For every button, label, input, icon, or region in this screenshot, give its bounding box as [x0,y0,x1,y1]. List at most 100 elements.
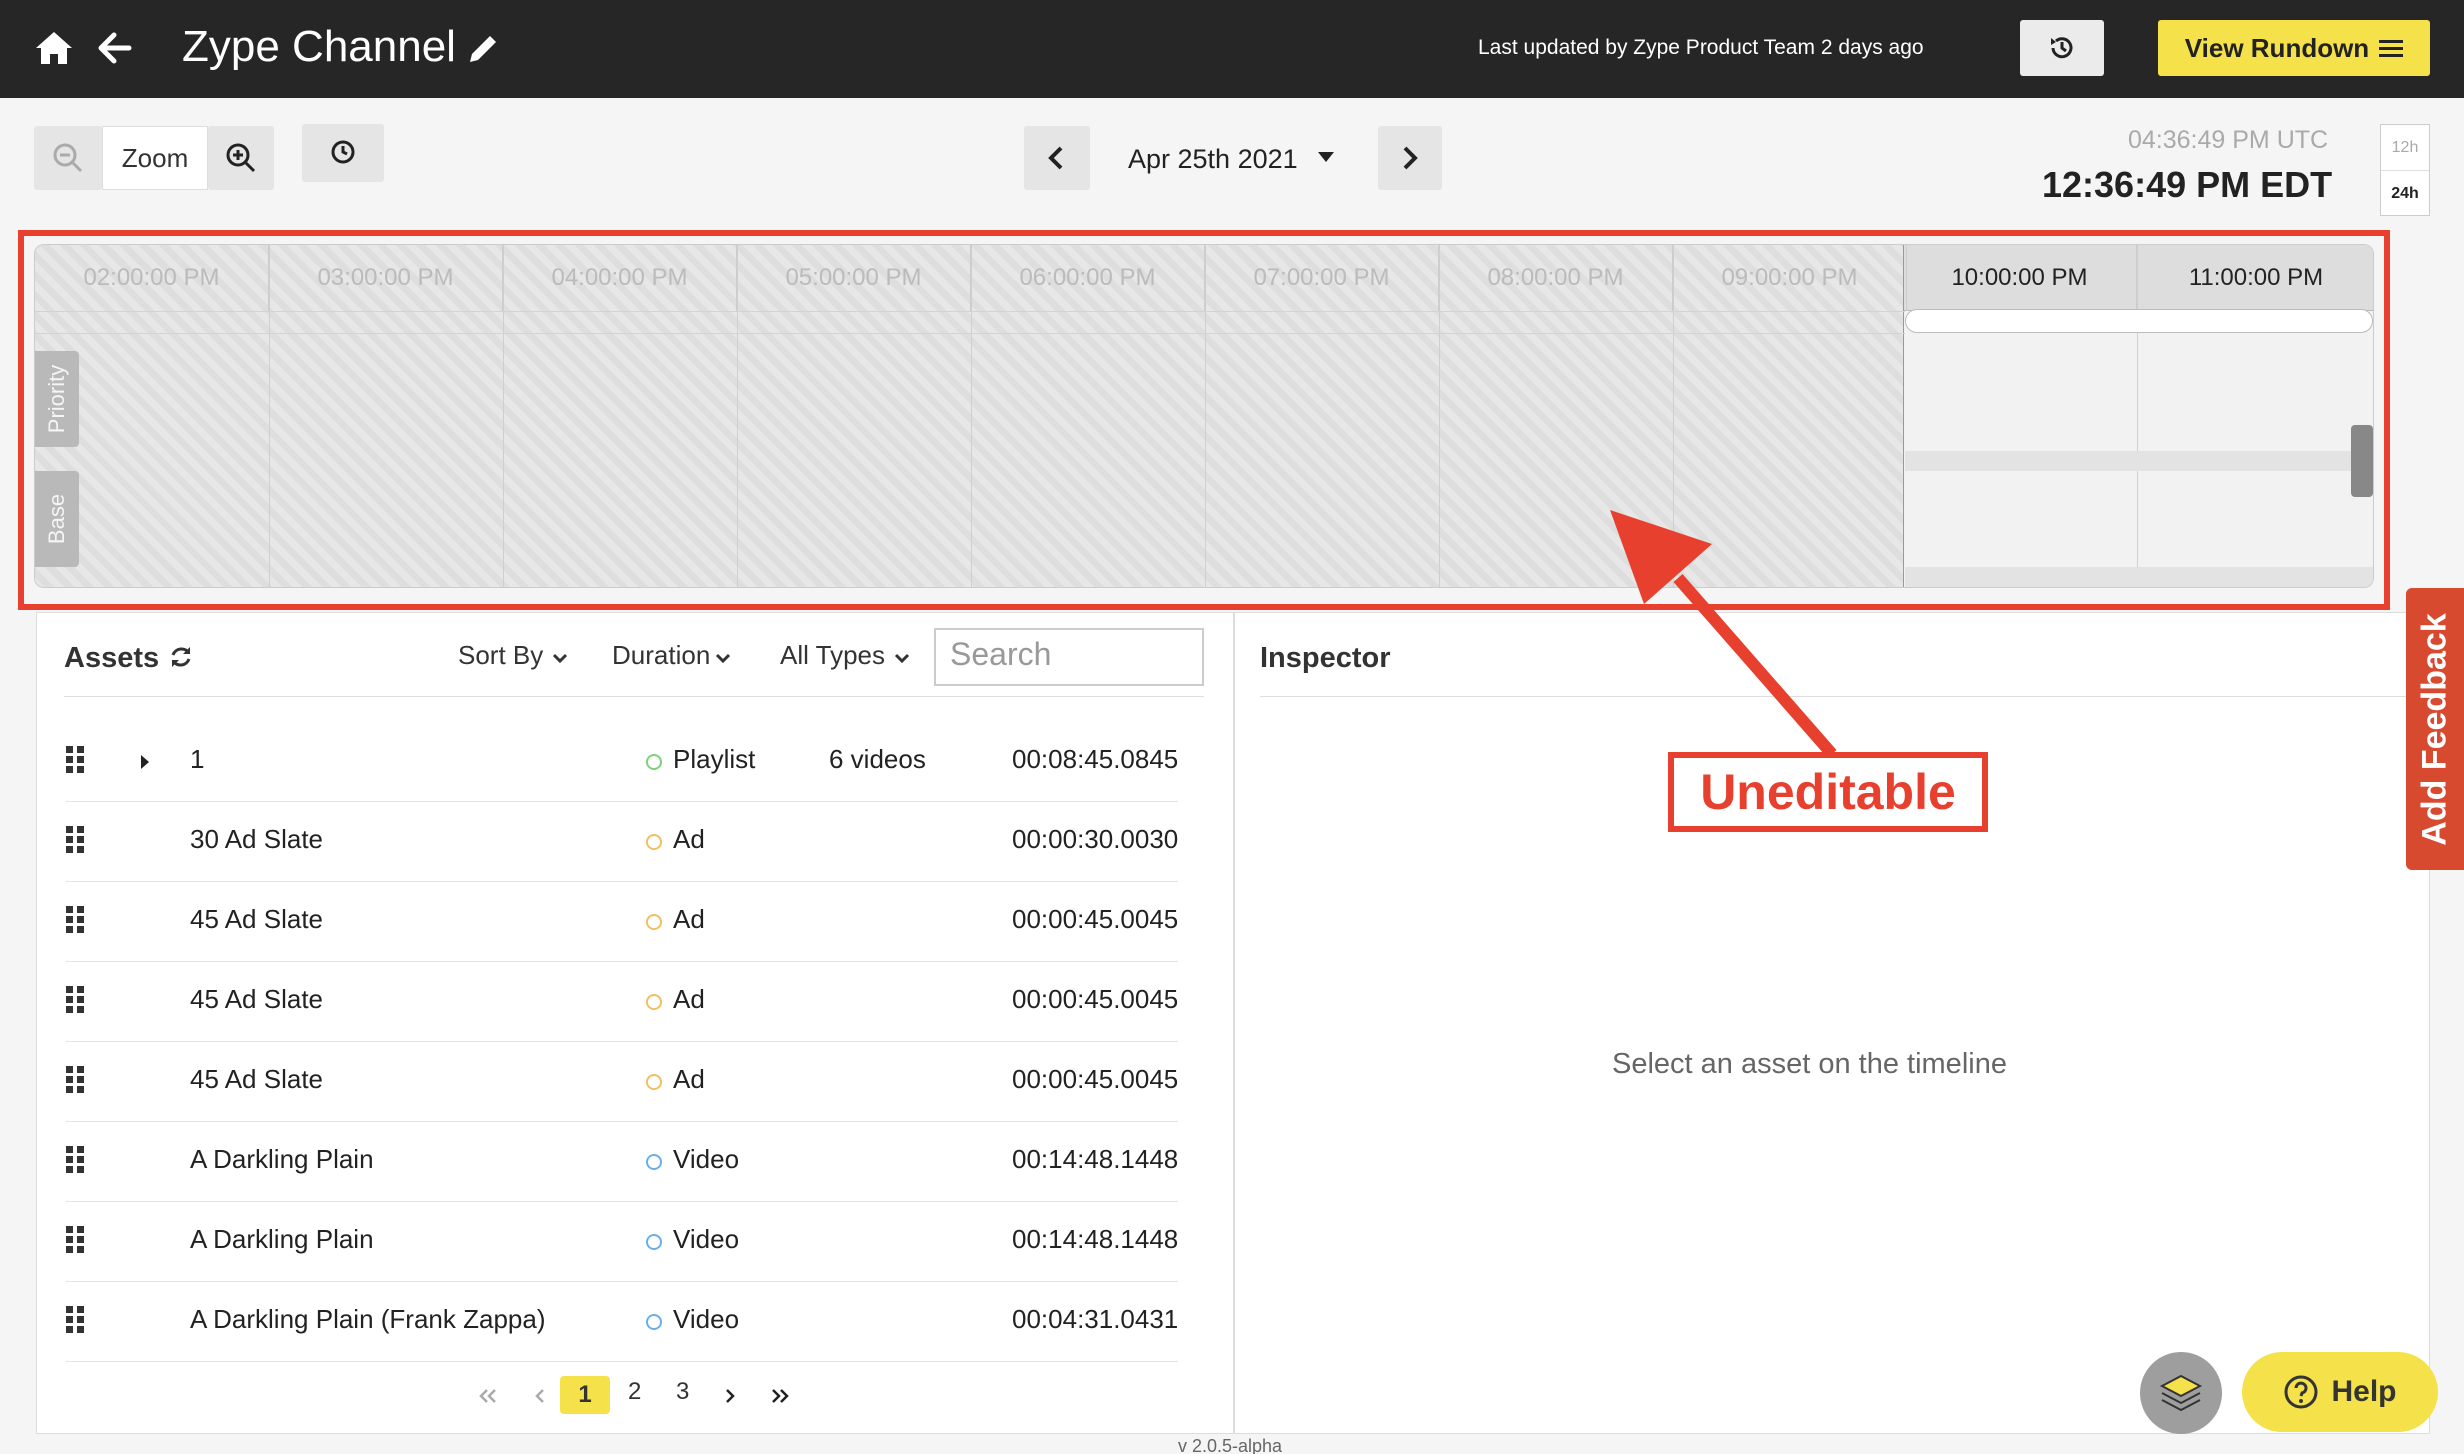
add-feedback-tab[interactable]: Add Feedback [2406,588,2464,870]
asset-row[interactable]: 45 Ad Slate Ad 00:00:45.0045 [66,962,1178,1042]
question-icon [2284,1375,2318,1409]
channel-title: Zype Channel [182,22,456,71]
asset-type: Ad [673,904,705,934]
chevron-down-icon [716,653,731,664]
asset-name: A Darkling Plain [190,1224,374,1254]
chevron-down-icon [894,653,910,664]
back-arrow-icon[interactable] [98,32,132,64]
asset-type: Ad [673,1064,705,1094]
asset-type-dot-icon [646,754,662,770]
history-icon [2051,37,2073,59]
asset-row[interactable]: 1 Playlist 6 videos 00:08:45.0845 [66,722,1178,802]
pencil-icon[interactable] [466,32,500,66]
time-format-toggle: 12h 24h [2380,124,2430,216]
chevron-right-icon [1403,146,1418,170]
asset-row[interactable]: A Darkling Plain Video 00:14:48.1448 [66,1202,1178,1282]
format-24h-option[interactable]: 24h [2381,171,2429,217]
asset-type: Video [673,1224,740,1254]
help-label: Help [2331,1375,2397,1408]
asset-duration: 00:08:45.0845 [1012,744,1179,774]
asset-type: Ad [673,984,705,1014]
asset-duration: 00:00:45.0045 [1012,904,1179,934]
asset-type-dot-icon [646,1234,662,1250]
list-icon [2379,40,2404,57]
stack-icon [2159,1374,2203,1412]
drag-handle-icon[interactable] [66,826,84,854]
all-types-label: All Types [780,640,886,670]
last-updated-text: Last updated by Zype Product Team 2 days… [1478,36,1924,59]
asset-row[interactable]: 30 Ad Slate Ad 00:00:30.0030 [66,802,1178,882]
expand-caret-icon[interactable] [140,754,150,770]
asset-type-dot-icon [646,994,662,1010]
asset-name: A Darkling Plain [190,1144,374,1174]
history-button[interactable] [2020,20,2104,76]
asset-type: Video [673,1304,740,1334]
duration-label: Duration [612,640,711,670]
asset-name: 45 Ad Slate [190,984,323,1014]
drag-handle-icon[interactable] [66,746,84,774]
asset-extra: 6 videos [829,744,926,774]
asset-type: Ad [673,824,705,854]
asset-name: 45 Ad Slate [190,1064,323,1094]
next-page-icon[interactable] [724,1388,736,1404]
asset-row[interactable]: 45 Ad Slate Ad 00:00:45.0045 [66,882,1178,962]
drag-handle-icon[interactable] [66,1146,84,1174]
version-label: v 2.0.5-alpha [1178,1436,1283,1454]
assets-header-divider [64,696,1204,697]
top-bar: Zype Channel Last updated by Zype Produc… [0,0,2464,98]
format-12h-option[interactable]: 12h [2381,125,2429,171]
drag-handle-icon[interactable] [66,1066,84,1094]
asset-type: Video [673,1144,740,1174]
page-2-button[interactable]: 2 [628,1378,641,1406]
asset-search-input[interactable]: Search [934,628,1204,686]
prev-page-icon[interactable] [534,1388,546,1404]
page-1-button[interactable]: 1 [560,1376,610,1414]
first-page-icon[interactable] [478,1388,498,1404]
asset-duration: 00:00:45.0045 [1012,984,1179,1014]
asset-row[interactable]: 45 Ad Slate Ad 00:00:45.0045 [66,1042,1178,1122]
page-3-button[interactable]: 3 [676,1378,689,1406]
asset-duration: 00:14:48.1448 [1012,1224,1179,1254]
now-button[interactable] [302,124,384,182]
zoom-out-button[interactable] [34,126,102,190]
resources-button[interactable] [2140,1352,2222,1434]
zoom-label: Zoom [102,126,208,190]
last-page-icon[interactable] [770,1388,790,1404]
date-label: Apr 25th 2021 [1128,144,1298,174]
chevron-left-icon [1048,146,1063,170]
assets-title: Assets [64,642,160,674]
sort-by-dropdown[interactable]: Sort By [458,640,569,671]
annotation-arrow [1610,510,1837,758]
asset-name: 30 Ad Slate [190,824,323,854]
sort-by-label: Sort By [458,640,544,670]
drag-handle-icon[interactable] [66,986,84,1014]
chevron-down-icon [553,653,568,664]
zoom-in-button[interactable] [208,126,274,190]
asset-row[interactable]: A Darkling Plain (Frank Zappa) Video 00:04… [66,1282,1178,1362]
inspector-title: Inspector [1260,642,1391,674]
caret-down-icon[interactable] [1316,150,1336,164]
asset-type-dot-icon [646,1154,662,1170]
type-filter-dropdown[interactable]: All Types [780,640,911,671]
time-local: 12:36:49 PM EDT [2042,164,2333,205]
help-button[interactable]: Help [2242,1352,2438,1432]
asset-name: 1 [190,744,205,774]
asset-row[interactable]: A Darkling Plain Video 00:14:48.1448 [66,1122,1178,1202]
asset-duration: 00:00:30.0030 [1012,824,1179,854]
drag-handle-icon[interactable] [66,1226,84,1254]
drag-handle-icon[interactable] [66,906,84,934]
refresh-icon[interactable] [168,644,194,670]
prev-day-button[interactable] [1024,126,1090,190]
duration-dropdown[interactable]: Duration [612,640,732,671]
drag-handle-icon[interactable] [66,1306,84,1334]
clock-icon [331,140,355,164]
home-icon[interactable] [34,30,74,66]
asset-type-dot-icon [646,834,662,850]
date-picker[interactable]: Apr 25th 2021 [1128,144,1298,175]
asset-type-dot-icon [646,1314,662,1330]
next-day-button[interactable] [1378,126,1442,190]
zoom-in-icon [226,143,256,173]
asset-duration: 00:00:45.0045 [1012,1064,1179,1094]
view-rundown-button[interactable]: View Rundown [2158,20,2430,76]
asset-type-dot-icon [646,1074,662,1090]
